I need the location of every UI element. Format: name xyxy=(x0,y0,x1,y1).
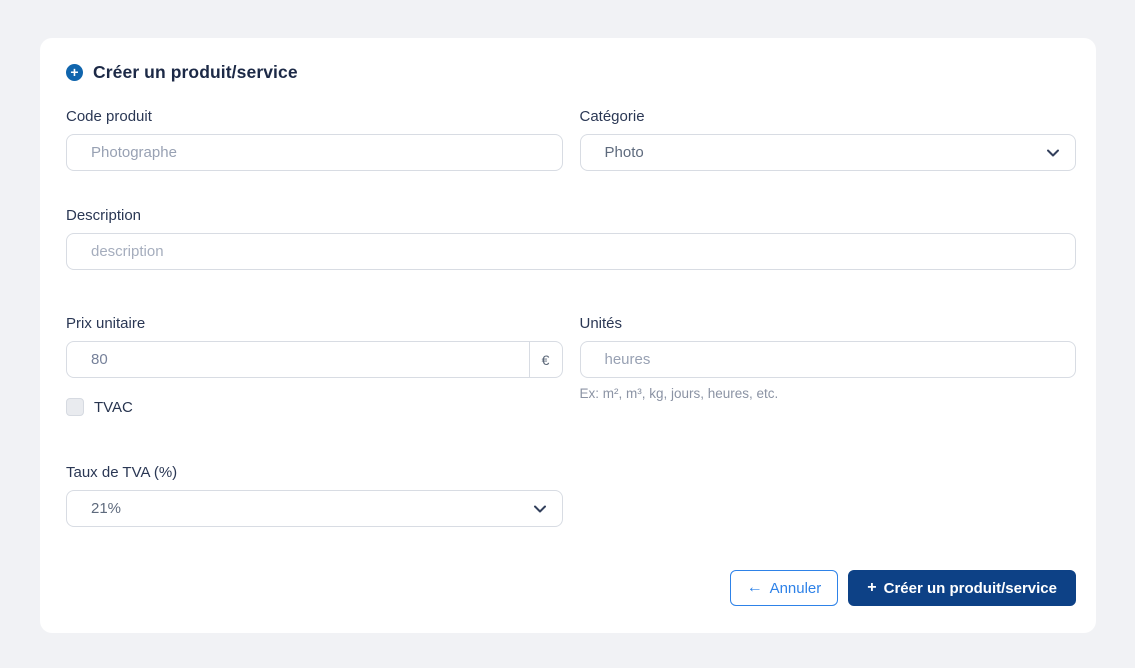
cancel-button-label: Annuler xyxy=(769,579,822,597)
row-prix-unites: Prix unitaire € TVAC Unités Ex: m², m³, … xyxy=(66,315,1076,416)
arrow-left-icon: ← xyxy=(746,579,763,596)
row-code-categorie: Code produit Catégorie Photo xyxy=(66,108,1076,171)
create-product-card: + Créer un produit/service Code produit … xyxy=(40,38,1096,633)
unites-input[interactable] xyxy=(579,341,1076,378)
prix-unitaire-group: € xyxy=(66,341,563,378)
description-label: Description xyxy=(66,207,142,224)
tvac-label: TVAC xyxy=(94,398,133,416)
categorie-label: Catégorie xyxy=(579,108,645,125)
plus-icon: + xyxy=(867,579,877,596)
field-code-produit: Code produit xyxy=(66,108,563,171)
code-produit-label: Code produit xyxy=(66,108,152,125)
unites-helper-text: Ex: m², m³, kg, jours, heures, etc. xyxy=(579,386,779,401)
submit-button[interactable]: + Créer un produit/service xyxy=(848,570,1076,606)
form-footer: ← Annuler + Créer un produit/service xyxy=(66,570,1076,606)
cancel-button[interactable]: ← Annuler xyxy=(729,570,839,606)
prix-unitaire-label: Prix unitaire xyxy=(66,315,146,332)
submit-button-label: Créer un produit/service xyxy=(883,579,1057,597)
description-input[interactable] xyxy=(66,233,1076,270)
chevron-down-icon xyxy=(533,505,546,512)
page-title: Créer un produit/service xyxy=(93,62,298,82)
chevron-down-icon xyxy=(1047,149,1059,156)
tvac-checkbox-row[interactable]: TVAC xyxy=(66,398,563,416)
categorie-select[interactable]: Photo xyxy=(579,134,1076,171)
categorie-selected-value: Photo xyxy=(604,144,644,161)
unites-label: Unités xyxy=(579,315,623,332)
field-categorie: Catégorie Photo xyxy=(579,108,1076,171)
field-taux-tva: Taux de TVA (%) 21% xyxy=(66,464,563,527)
euro-suffix: € xyxy=(528,342,562,377)
tvac-checkbox[interactable] xyxy=(66,398,84,416)
card-header: + Créer un produit/service xyxy=(66,62,1076,83)
field-description: Description xyxy=(66,207,1076,270)
field-unites: Unités Ex: m², m³, kg, jours, heures, et… xyxy=(579,315,1076,416)
taux-tva-select[interactable]: 21% xyxy=(66,490,563,527)
taux-tva-selected-value: 21% xyxy=(91,500,122,517)
row-taux-tva: Taux de TVA (%) 21% xyxy=(66,464,1076,527)
code-produit-input[interactable] xyxy=(66,134,563,171)
prix-unitaire-input[interactable] xyxy=(67,342,529,377)
field-prix-unitaire: Prix unitaire € TVAC xyxy=(66,315,563,416)
plus-circle-icon: + xyxy=(66,64,83,81)
taux-tva-label: Taux de TVA (%) xyxy=(66,464,178,481)
